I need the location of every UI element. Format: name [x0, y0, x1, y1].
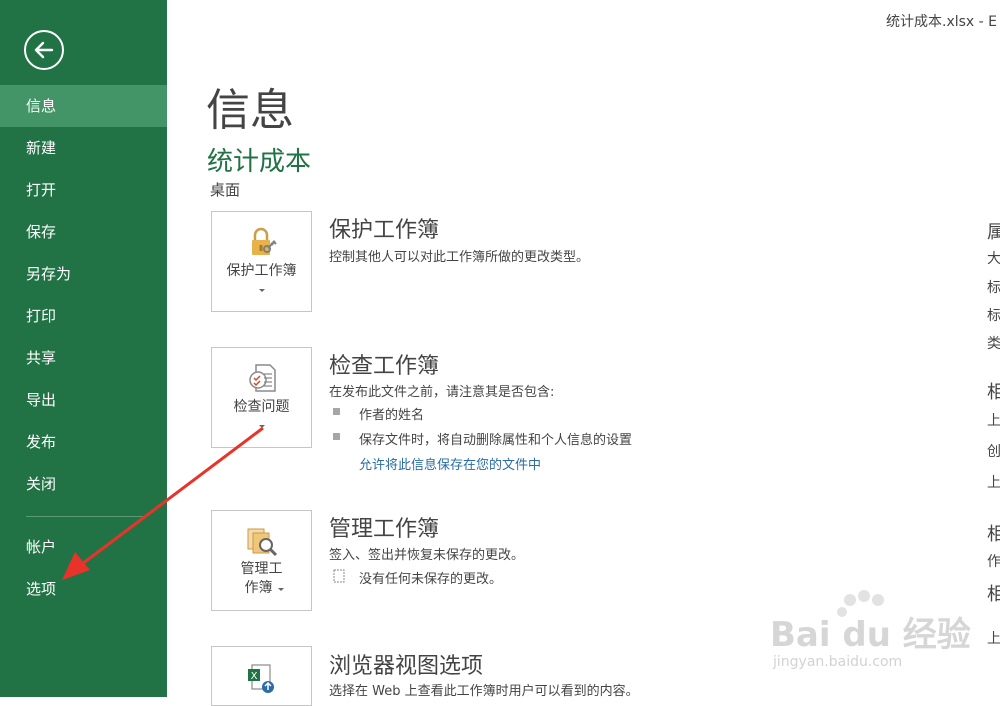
nav-item-options[interactable]: 选项 — [0, 568, 167, 610]
inspect-workbook-title: 检查工作簿 — [329, 354, 440, 379]
dropdown-caret-icon — [259, 425, 265, 428]
nav-item-save-as[interactable]: 另存为 — [0, 253, 167, 295]
document-path: 桌面 — [210, 181, 241, 199]
property-label: 上 — [987, 475, 1000, 491]
nav-item-info[interactable]: 信息 — [0, 85, 167, 127]
protect-workbook-button-label: 保护工作簿 — [226, 263, 297, 279]
related-docs-heading: 相 — [987, 584, 1000, 605]
allow-save-info-link[interactable]: 允许将此信息保存在您的文件中 — [359, 454, 541, 473]
nav-item-print[interactable]: 打印 — [0, 295, 167, 337]
manage-versions-icon — [247, 528, 278, 557]
property-label: 创 — [987, 444, 1000, 460]
protect-workbook-title: 保护工作簿 — [329, 218, 440, 243]
backstage-sidebar: 信息 新建 打开 保存 另存为 打印 共享 导出 发布 关闭 帐户 选项 — [0, 0, 167, 697]
nav-item-publish[interactable]: 发布 — [0, 421, 167, 463]
inspect-document-icon — [249, 364, 276, 392]
nav-item-save[interactable]: 保存 — [0, 211, 167, 253]
manage-workbook-button[interactable]: 管理工 作簿 — [211, 510, 312, 611]
page-title: 信息 — [206, 85, 294, 136]
back-arrow-icon — [34, 41, 54, 59]
property-label: 类 — [987, 336, 1000, 352]
window-title: 统计成本.xlsx - E — [886, 14, 998, 30]
sidebar-divider — [26, 516, 146, 517]
protect-workbook-desc: 控制其他人可以对此工作簿所做的更改类型。 — [329, 250, 590, 265]
manage-workbook-status: 没有任何未保存的更改。 — [359, 572, 503, 587]
watermark-subtext: jingyan.baidu.com — [773, 654, 903, 670]
browser-view-options-title: 浏览器视图选项 — [329, 654, 484, 679]
property-label: 作 — [987, 554, 1000, 570]
inspect-bullet-author: 作者的姓名 — [359, 408, 425, 423]
nav-item-open[interactable]: 打开 — [0, 169, 167, 211]
browser-view-options-desc: 选择在 Web 上查看此工作簿时用户可以看到的内容。 — [329, 684, 639, 699]
inspect-bullet-settings: 保存文件时，将自动删除属性和个人信息的设置 — [359, 433, 633, 448]
related-people-heading: 相 — [987, 524, 1000, 545]
svg-text:X: X — [251, 671, 258, 682]
excel-web-icon: X — [248, 664, 274, 693]
property-label: 上 — [987, 413, 1000, 429]
inspect-workbook-desc: 在发布此文件之前，请注意其是否包含: — [329, 385, 555, 400]
watermark-text: Bai du 经验 — [770, 615, 971, 655]
nav-item-share[interactable]: 共享 — [0, 337, 167, 379]
manage-workbook-title: 管理工作簿 — [329, 517, 440, 542]
lock-key-icon — [252, 227, 277, 255]
property-label: 标 — [987, 308, 1000, 324]
nav-item-export[interactable]: 导出 — [0, 379, 167, 421]
properties-heading: 属 — [987, 222, 1000, 243]
dropdown-caret-icon — [259, 289, 265, 292]
protect-workbook-button[interactable]: 保护工作簿 — [211, 211, 312, 312]
property-label: 标 — [987, 280, 1000, 296]
manage-workbook-desc: 签入、签出并恢复未保存的更改。 — [329, 548, 525, 563]
no-changes-icon — [333, 569, 345, 583]
browser-view-options-button[interactable]: X — [211, 646, 312, 706]
nav-item-account[interactable]: 帐户 — [0, 526, 167, 568]
manage-workbook-button-label-line2: 作簿 — [244, 580, 273, 596]
bullet-icon — [333, 433, 340, 440]
property-label: 上 — [987, 631, 1000, 647]
manage-workbook-button-label-line1: 管理工 — [240, 561, 283, 577]
nav-item-close[interactable]: 关闭 — [0, 463, 167, 505]
bullet-icon — [333, 408, 340, 415]
dropdown-caret-icon — [278, 588, 284, 591]
check-for-issues-button[interactable]: 检查问题 — [211, 347, 312, 448]
document-name: 统计成本 — [207, 147, 312, 177]
property-label: 大 — [987, 251, 1000, 267]
related-dates-heading: 相 — [987, 382, 1000, 403]
check-for-issues-button-label: 检查问题 — [233, 399, 290, 415]
nav-item-new[interactable]: 新建 — [0, 127, 167, 169]
back-button[interactable] — [24, 30, 64, 70]
